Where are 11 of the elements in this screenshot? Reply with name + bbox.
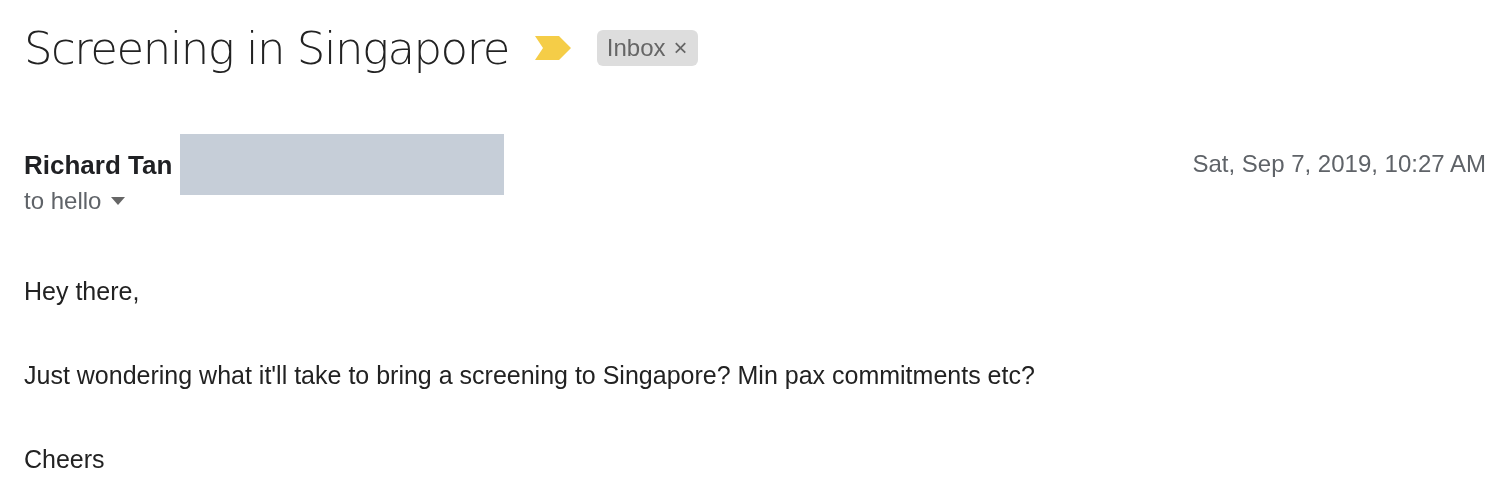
body-paragraph: Just wondering what it'll take to bring a screening to Singapore? Min pax commitments etc? — [24, 361, 1036, 390]
body-paragraph: Hey there, — [24, 277, 141, 306]
message-date: Sat, Sep 7, 2019, 10:27 AM — [1192, 150, 1486, 178]
remove-label-button[interactable]: × — [673, 34, 688, 62]
label-text: Inbox — [606, 34, 666, 62]
dropdown-caret-icon[interactable] — [111, 197, 126, 205]
importance-marker-icon[interactable] — [534, 36, 571, 60]
sender-name: Richard Tan — [24, 150, 173, 181]
body-paragraph: Cheers — [24, 445, 106, 474]
recipient-text: to hello — [24, 187, 102, 215]
email-subject: Screening in Singapore — [24, 21, 509, 75]
